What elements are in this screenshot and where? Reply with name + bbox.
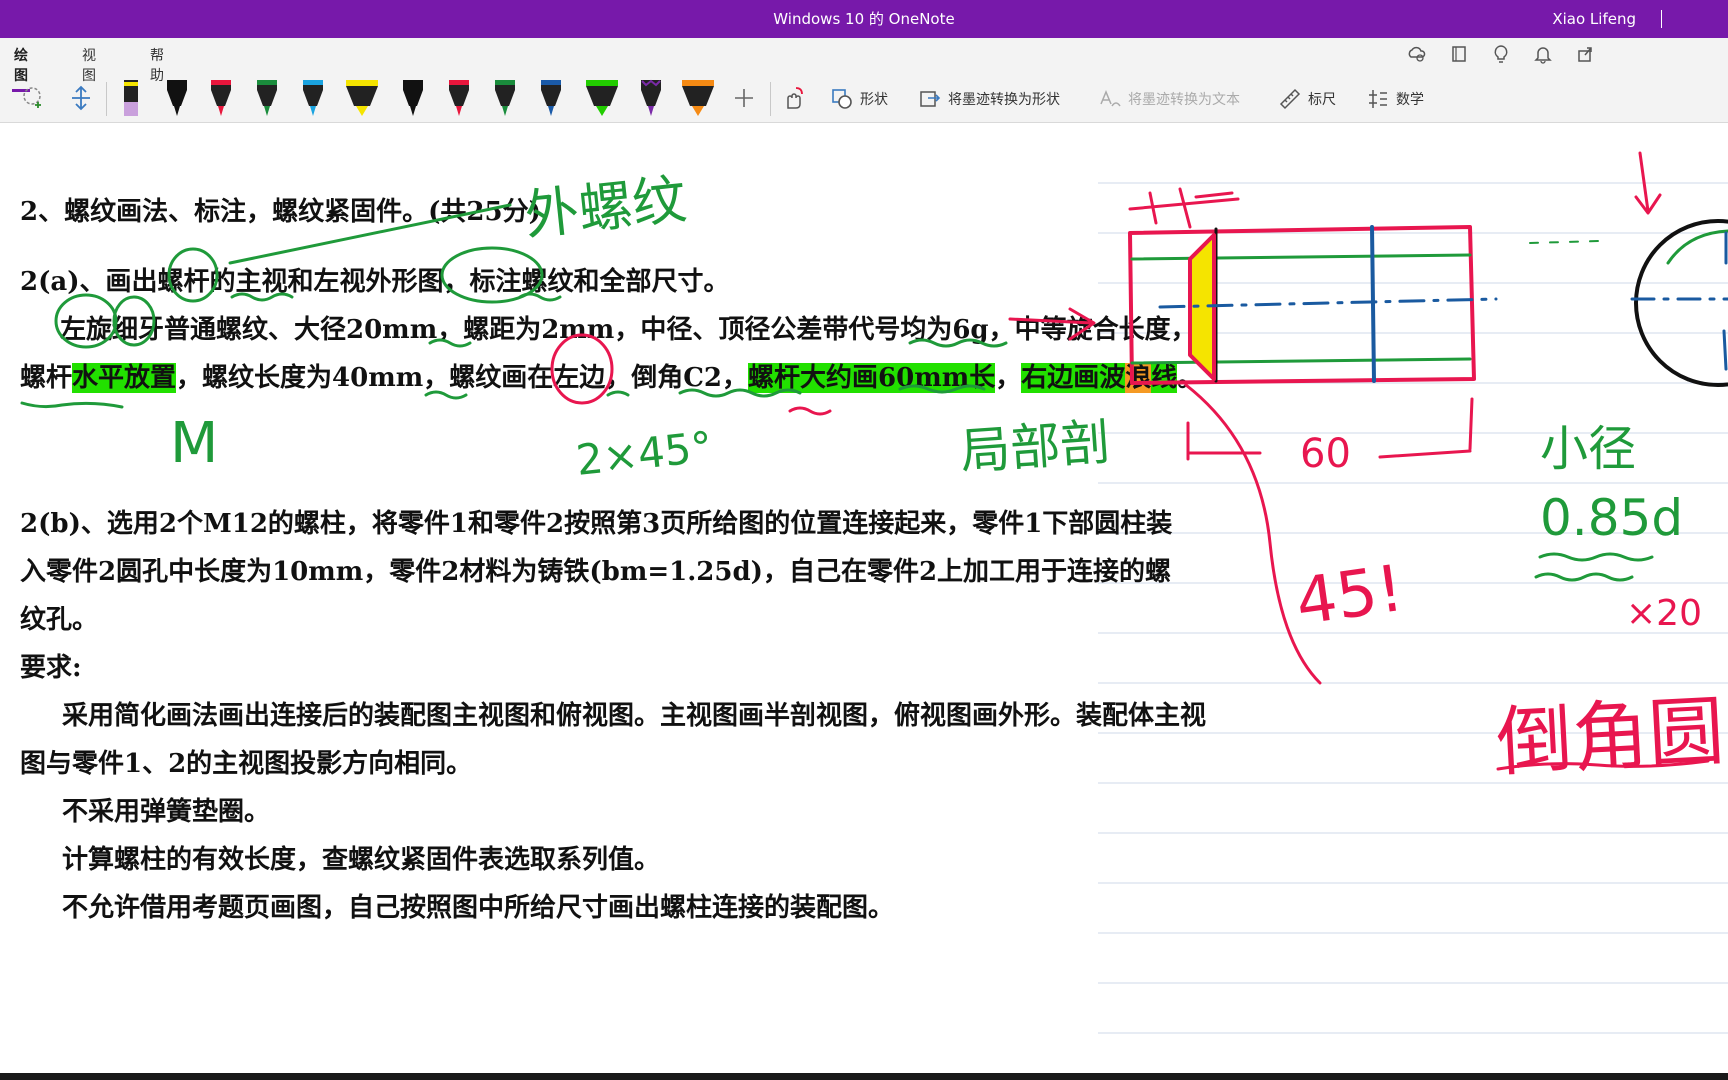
ink-note-m: M — [170, 411, 219, 476]
math-button[interactable]: 数学 — [1366, 86, 1424, 112]
question-2b-end: 纹孔。 — [20, 605, 99, 635]
highlighter-yellow-icon[interactable] — [344, 78, 378, 120]
pen-9-icon[interactable] — [636, 78, 666, 120]
ink-underline-5 — [20, 401, 124, 409]
title-bar: Windows 10 的 OneNote Xiao Lifeng — [0, 0, 1728, 38]
add-space-icon[interactable] — [68, 84, 94, 120]
ink-underline-red — [788, 406, 832, 416]
add-pen-icon[interactable] — [732, 86, 756, 122]
question-2a-spec: 左旋细牙普通螺纹、大径20mm，螺距为2mm，中径、顶径公差带代号均为6g，中等… — [60, 315, 1197, 345]
requirement-1: 采用简化画法画出连接后的装配图主视图和俯视图。主视图画半剖视图，俯视图画外形。装… — [62, 701, 1207, 731]
text-fragment: ，螺纹长度为40mm，螺纹画在左边，倒角C2， — [176, 363, 749, 393]
shapes-button[interactable]: 形状 — [830, 86, 888, 112]
pen-4-icon[interactable] — [298, 78, 328, 120]
highlighter-green-icon[interactable] — [584, 78, 618, 120]
pen-3-icon[interactable] — [252, 78, 282, 120]
highlight-line: 线 — [1151, 363, 1178, 393]
draw-toolbar: 形状 将墨迹转换为形状 将墨迹转换为文本 标尺 数学 — [0, 78, 1728, 122]
question-heading: 2、螺纹画法、标注，螺纹紧固件。(共25分) — [20, 197, 541, 227]
highlighter-orange-icon[interactable] — [680, 78, 714, 120]
question-2b: 2(b)、选用2个M12的螺柱，将零件1和零件2按照第3页所给图的位置连接起来，… — [20, 509, 1173, 539]
share-icon[interactable] — [1574, 44, 1596, 66]
user-name[interactable]: Xiao Lifeng — [1552, 0, 1636, 38]
ribbon: 绘图 视图 帮助 形状 将墨迹转换为形状 将墨迹转换为文本 标尺 数学 — [0, 38, 1728, 123]
pen-7-icon[interactable] — [490, 78, 520, 120]
ruler-icon — [1279, 88, 1301, 110]
requirement-4: 不允许借用考题页画图，自己按照图中所给尺寸画出螺柱连接的装配图。 — [62, 893, 895, 923]
ink-to-text-icon — [1100, 90, 1121, 107]
shapes-icon — [832, 89, 852, 109]
text-fragment: ， — [995, 363, 1022, 393]
highlight-wave: 右边画波 — [1021, 363, 1126, 393]
ink-note-chamfer-circle: 倒角圆 — [1494, 686, 1727, 787]
pen-6-icon[interactable] — [444, 78, 474, 120]
toolbar-separator — [106, 82, 107, 116]
lightbulb-icon[interactable] — [1490, 44, 1512, 66]
ink-note-thread: 外螺纹 — [521, 167, 690, 248]
requirement-3: 计算螺柱的有效长度，查螺纹紧固件表选取系列值。 — [62, 845, 661, 875]
question-2b-cont: 入零件2圆孔中长度为10mm，零件2材料为铸铁(bm=1.25d)，自己在零件2… — [20, 557, 1172, 587]
ink-note-x20: ×20 — [1626, 593, 1702, 634]
lasso-select-icon[interactable] — [20, 84, 48, 120]
ink-note-45: 45! — [1291, 551, 1408, 641]
pen-1-icon[interactable] — [162, 78, 192, 120]
ruler-button[interactable]: 标尺 — [1278, 86, 1336, 112]
sync-icon[interactable] — [1406, 44, 1428, 66]
ink-note-small-dia: 小径 — [1540, 421, 1637, 477]
ink-note-chamfer: 2×45° — [573, 422, 715, 485]
ruler-label: 标尺 — [1308, 92, 1336, 108]
ink-note-60: 60 — [1300, 431, 1351, 477]
ink-to-text-label: 将墨迹转换为文本 — [1128, 92, 1240, 108]
ink-to-shape-label: 将墨迹转换为形状 — [948, 92, 1060, 108]
question-2a-layout: 螺杆水平放置，螺纹长度为40mm，螺纹画在左边，倒角C2，螺杆大约画60mm长，… — [20, 357, 1203, 394]
touch-draw-icon[interactable] — [780, 84, 808, 120]
text-fragment: 螺杆 — [20, 363, 73, 393]
bell-icon[interactable] — [1532, 44, 1554, 66]
notebook-icon[interactable] — [1448, 44, 1470, 66]
requirements-heading: 要求: — [20, 653, 82, 683]
eraser-tool-icon[interactable] — [116, 78, 146, 120]
bottom-edge — [0, 1073, 1728, 1080]
pen-8-icon[interactable] — [536, 78, 566, 120]
ink-to-shape-icon — [920, 91, 941, 107]
highlight-horizontal: 水平放置 — [72, 363, 177, 393]
pen-5-icon[interactable] — [398, 78, 428, 120]
text-fragment: 。 — [1177, 363, 1204, 393]
ink-note-085d: 0.85d — [1540, 489, 1684, 547]
highlight-orange: 浪 — [1125, 363, 1152, 393]
requirement-1-cont: 图与零件1、2的主视图投影方向相同。 — [20, 749, 473, 779]
shapes-label: 形状 — [860, 92, 888, 108]
ink-to-text-button[interactable]: 将墨迹转换为文本 — [1098, 86, 1240, 112]
math-icon — [1369, 90, 1387, 108]
note-page[interactable]: 2、螺纹画法、标注，螺纹紧固件。(共25分) 2(a)、画出螺杆的主视和左视外形… — [0, 123, 1728, 1073]
toolbar-separator-2 — [770, 82, 771, 116]
pen-2-icon[interactable] — [206, 78, 236, 120]
math-label: 数学 — [1396, 92, 1424, 108]
title-separator — [1661, 10, 1662, 28]
ink-to-shape-button[interactable]: 将墨迹转换为形状 — [918, 86, 1060, 112]
question-2a: 2(a)、画出螺杆的主视和左视外形图，标注螺纹和全部尺寸。 — [20, 267, 730, 297]
highlight-length: 螺杆大约画60mm长 — [748, 363, 996, 393]
window-title: Windows 10 的 OneNote — [773, 10, 955, 28]
ink-note-section: 局部剖 — [958, 412, 1113, 482]
requirement-2: 不采用弹簧垫圈。 — [62, 797, 271, 827]
